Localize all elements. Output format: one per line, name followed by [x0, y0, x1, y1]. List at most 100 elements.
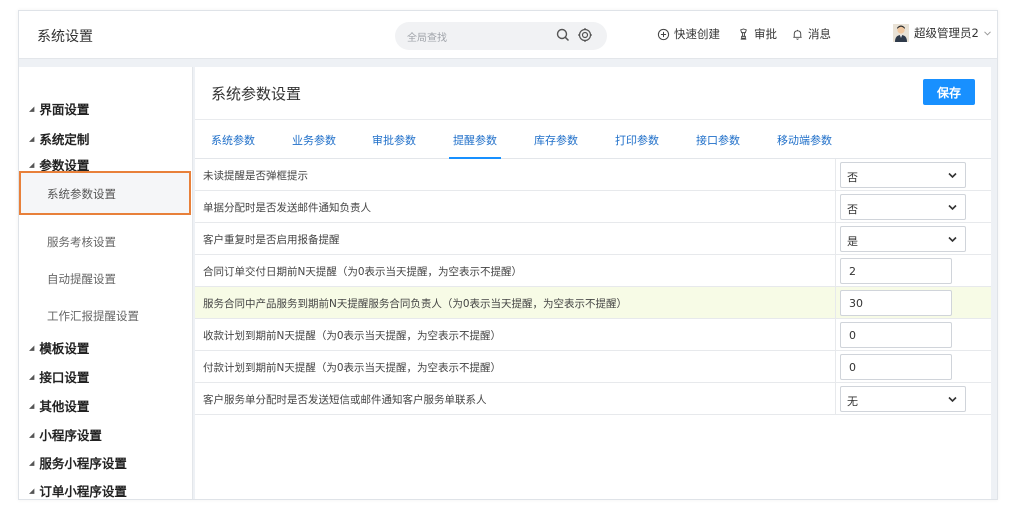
- select-value: 否: [847, 171, 858, 184]
- param-input[interactable]: 2: [840, 258, 952, 284]
- expand-triangle-icon: ◢: [29, 134, 35, 143]
- quick-create-button[interactable]: 快速创建: [657, 26, 720, 42]
- table-row: 客户重复时是否启用报备提醒 是: [195, 223, 991, 255]
- cell-divider: [835, 255, 836, 287]
- cell-divider: [835, 159, 836, 191]
- input-value: 30: [849, 297, 863, 310]
- sidebar-group-api[interactable]: ◢ 接口设置: [29, 367, 89, 386]
- chevron-down-icon: [983, 30, 991, 36]
- param-label: 付款计划到期前N天提醒（为0表示当天提醒，为空表示不提醒）: [203, 362, 502, 374]
- sidebar-group-label: 小程序设置: [39, 428, 102, 443]
- input-value: 2: [849, 265, 856, 278]
- chevron-down-icon: [948, 172, 957, 179]
- main-panel: 系统参数设置 保存 系统参数 业务参数 审批参数 提醒参数 库存参数 打印参数 …: [195, 67, 991, 499]
- sidebar-item-label: 系统参数设置: [47, 187, 116, 201]
- param-input[interactable]: 0: [840, 354, 952, 380]
- sidebar-group-label: 系统定制: [39, 132, 90, 147]
- chevron-down-icon: [948, 204, 957, 211]
- sidebar-group-template[interactable]: ◢ 模板设置: [29, 338, 89, 357]
- search-icon[interactable]: [555, 27, 571, 43]
- avatar: [893, 24, 909, 42]
- tab-business-params[interactable]: 业务参数: [292, 132, 336, 148]
- param-input[interactable]: 30: [840, 290, 952, 316]
- param-label: 未读提醒是否弹框提示: [203, 170, 308, 182]
- expand-triangle-icon: ◢: [29, 372, 35, 381]
- table-row: 付款计划到期前N天提醒（为0表示当天提醒，为空表示不提醒） 0: [195, 351, 991, 383]
- select-value: 无: [847, 395, 858, 408]
- param-input[interactable]: 0: [840, 322, 952, 348]
- param-select[interactable]: 无: [840, 386, 966, 412]
- cell-divider: [835, 191, 836, 223]
- expand-triangle-icon: ◢: [29, 401, 35, 410]
- tab-inventory-params[interactable]: 库存参数: [534, 132, 578, 148]
- sidebar-group-ui[interactable]: ◢ 界面设置: [29, 99, 89, 118]
- table-row: 合同订单交付日期前N天提醒（为0表示当天提醒，为空表示不提醒） 2: [195, 255, 991, 287]
- user-menu[interactable]: 超级管理员2: [893, 24, 991, 42]
- app-title: 系统设置: [37, 29, 93, 45]
- expand-triangle-icon: ◢: [29, 104, 35, 113]
- sidebar-group-other[interactable]: ◢ 其他设置: [29, 396, 89, 415]
- sidebar-group-label: 订单小程序设置: [39, 484, 127, 499]
- sidebar-group-service-miniapp[interactable]: ◢ 服务小程序设置: [29, 453, 127, 472]
- global-search[interactable]: 全局查找: [395, 22, 607, 50]
- input-value: 0: [849, 329, 856, 342]
- tab-mobile-params[interactable]: 移动端参数: [777, 132, 832, 148]
- sidebar-group-miniapp[interactable]: ◢ 小程序设置: [29, 425, 102, 444]
- cell-divider: [835, 319, 836, 351]
- table-row: 单据分配时是否发送邮件通知负责人 否: [195, 191, 991, 223]
- sidebar: ◢ 界面设置 ◢ 系统定制 ◢ 参数设置 系统参数设置 服务考核设置 自动提醒设…: [19, 67, 193, 499]
- param-select[interactable]: 否: [840, 194, 966, 220]
- table-row: 未读提醒是否弹框提示 否: [195, 159, 991, 191]
- bell-icon: [793, 29, 802, 40]
- sidebar-item-service-eval[interactable]: 服务考核设置: [47, 234, 116, 250]
- app-window: 系统设置 全局查找 快速创建 审批 消息 超级管理员2 ◢ 界面设置 ◢ 系统定…: [18, 10, 998, 500]
- table-row: 客户服务单分配时是否发送短信或邮件通知客户服务单联系人 无: [195, 383, 991, 415]
- quick-create-label: 快速创建: [674, 27, 720, 41]
- cell-divider: [835, 383, 836, 415]
- sidebar-group-order-miniapp[interactable]: ◢ 订单小程序设置: [29, 481, 127, 500]
- cell-divider: [835, 287, 836, 319]
- sidebar-item-auto-remind[interactable]: 自动提醒设置: [47, 271, 116, 287]
- approve-label: 审批: [754, 27, 777, 41]
- messages-label: 消息: [808, 27, 831, 41]
- select-value: 否: [847, 203, 858, 216]
- tab-reminder-params[interactable]: 提醒参数: [453, 132, 497, 148]
- expand-triangle-icon: ◢: [29, 160, 35, 169]
- top-header: 系统设置 全局查找 快速创建 审批 消息 超级管理员2: [19, 11, 997, 59]
- search-placeholder: 全局查找: [407, 33, 447, 44]
- expand-triangle-icon: ◢: [29, 486, 35, 495]
- expand-triangle-icon: ◢: [29, 458, 35, 467]
- tab-system-params[interactable]: 系统参数: [211, 132, 255, 148]
- table-row-highlighted: 服务合同中产品服务到期前N天提醒服务合同负责人（为0表示当天提醒，为空表示不提醒…: [195, 287, 991, 319]
- param-label: 服务合同中产品服务到期前N天提醒服务合同负责人（为0表示当天提醒，为空表示不提醒…: [203, 298, 628, 310]
- tab-approval-params[interactable]: 审批参数: [372, 132, 416, 148]
- sidebar-group-label: 其他设置: [39, 399, 90, 414]
- sidebar-group-custom[interactable]: ◢ 系统定制: [29, 129, 89, 148]
- sidebar-group-label: 接口设置: [39, 370, 90, 385]
- target-icon[interactable]: [577, 27, 593, 43]
- table-row: 收款计划到期前N天提醒（为0表示当天提醒，为空表示不提醒） 0: [195, 319, 991, 351]
- chevron-down-icon: [948, 396, 957, 403]
- sidebar-item-work-report[interactable]: 工作汇报提醒设置: [47, 308, 139, 324]
- param-label: 客户重复时是否启用报备提醒: [203, 234, 340, 246]
- sidebar-group-label: 模板设置: [39, 341, 90, 356]
- sidebar-item-system-params[interactable]: 系统参数设置: [19, 171, 191, 215]
- expand-triangle-icon: ◢: [29, 430, 35, 439]
- input-value: 0: [849, 361, 856, 374]
- param-label: 收款计划到期前N天提醒（为0表示当天提醒，为空表示不提醒）: [203, 330, 502, 342]
- param-select[interactable]: 是: [840, 226, 966, 252]
- param-select[interactable]: 否: [840, 162, 966, 188]
- tab-bar: 系统参数 业务参数 审批参数 提醒参数 库存参数 打印参数 接口参数 移动端参数: [195, 119, 991, 159]
- save-button[interactable]: 保存: [923, 79, 975, 105]
- sidebar-group-label: 界面设置: [39, 102, 90, 117]
- tab-api-params[interactable]: 接口参数: [696, 132, 740, 148]
- page-title: 系统参数设置: [211, 85, 302, 103]
- sidebar-group-label: 服务小程序设置: [39, 456, 127, 471]
- param-label: 合同订单交付日期前N天提醒（为0表示当天提醒，为空表示不提醒）: [203, 266, 523, 278]
- approve-button[interactable]: 审批: [737, 26, 777, 42]
- messages-button[interactable]: 消息: [791, 26, 831, 42]
- expand-triangle-icon: ◢: [29, 343, 35, 352]
- tab-print-params[interactable]: 打印参数: [615, 132, 659, 148]
- param-label: 客户服务单分配时是否发送短信或邮件通知客户服务单联系人: [203, 394, 487, 406]
- chevron-down-icon: [948, 236, 957, 243]
